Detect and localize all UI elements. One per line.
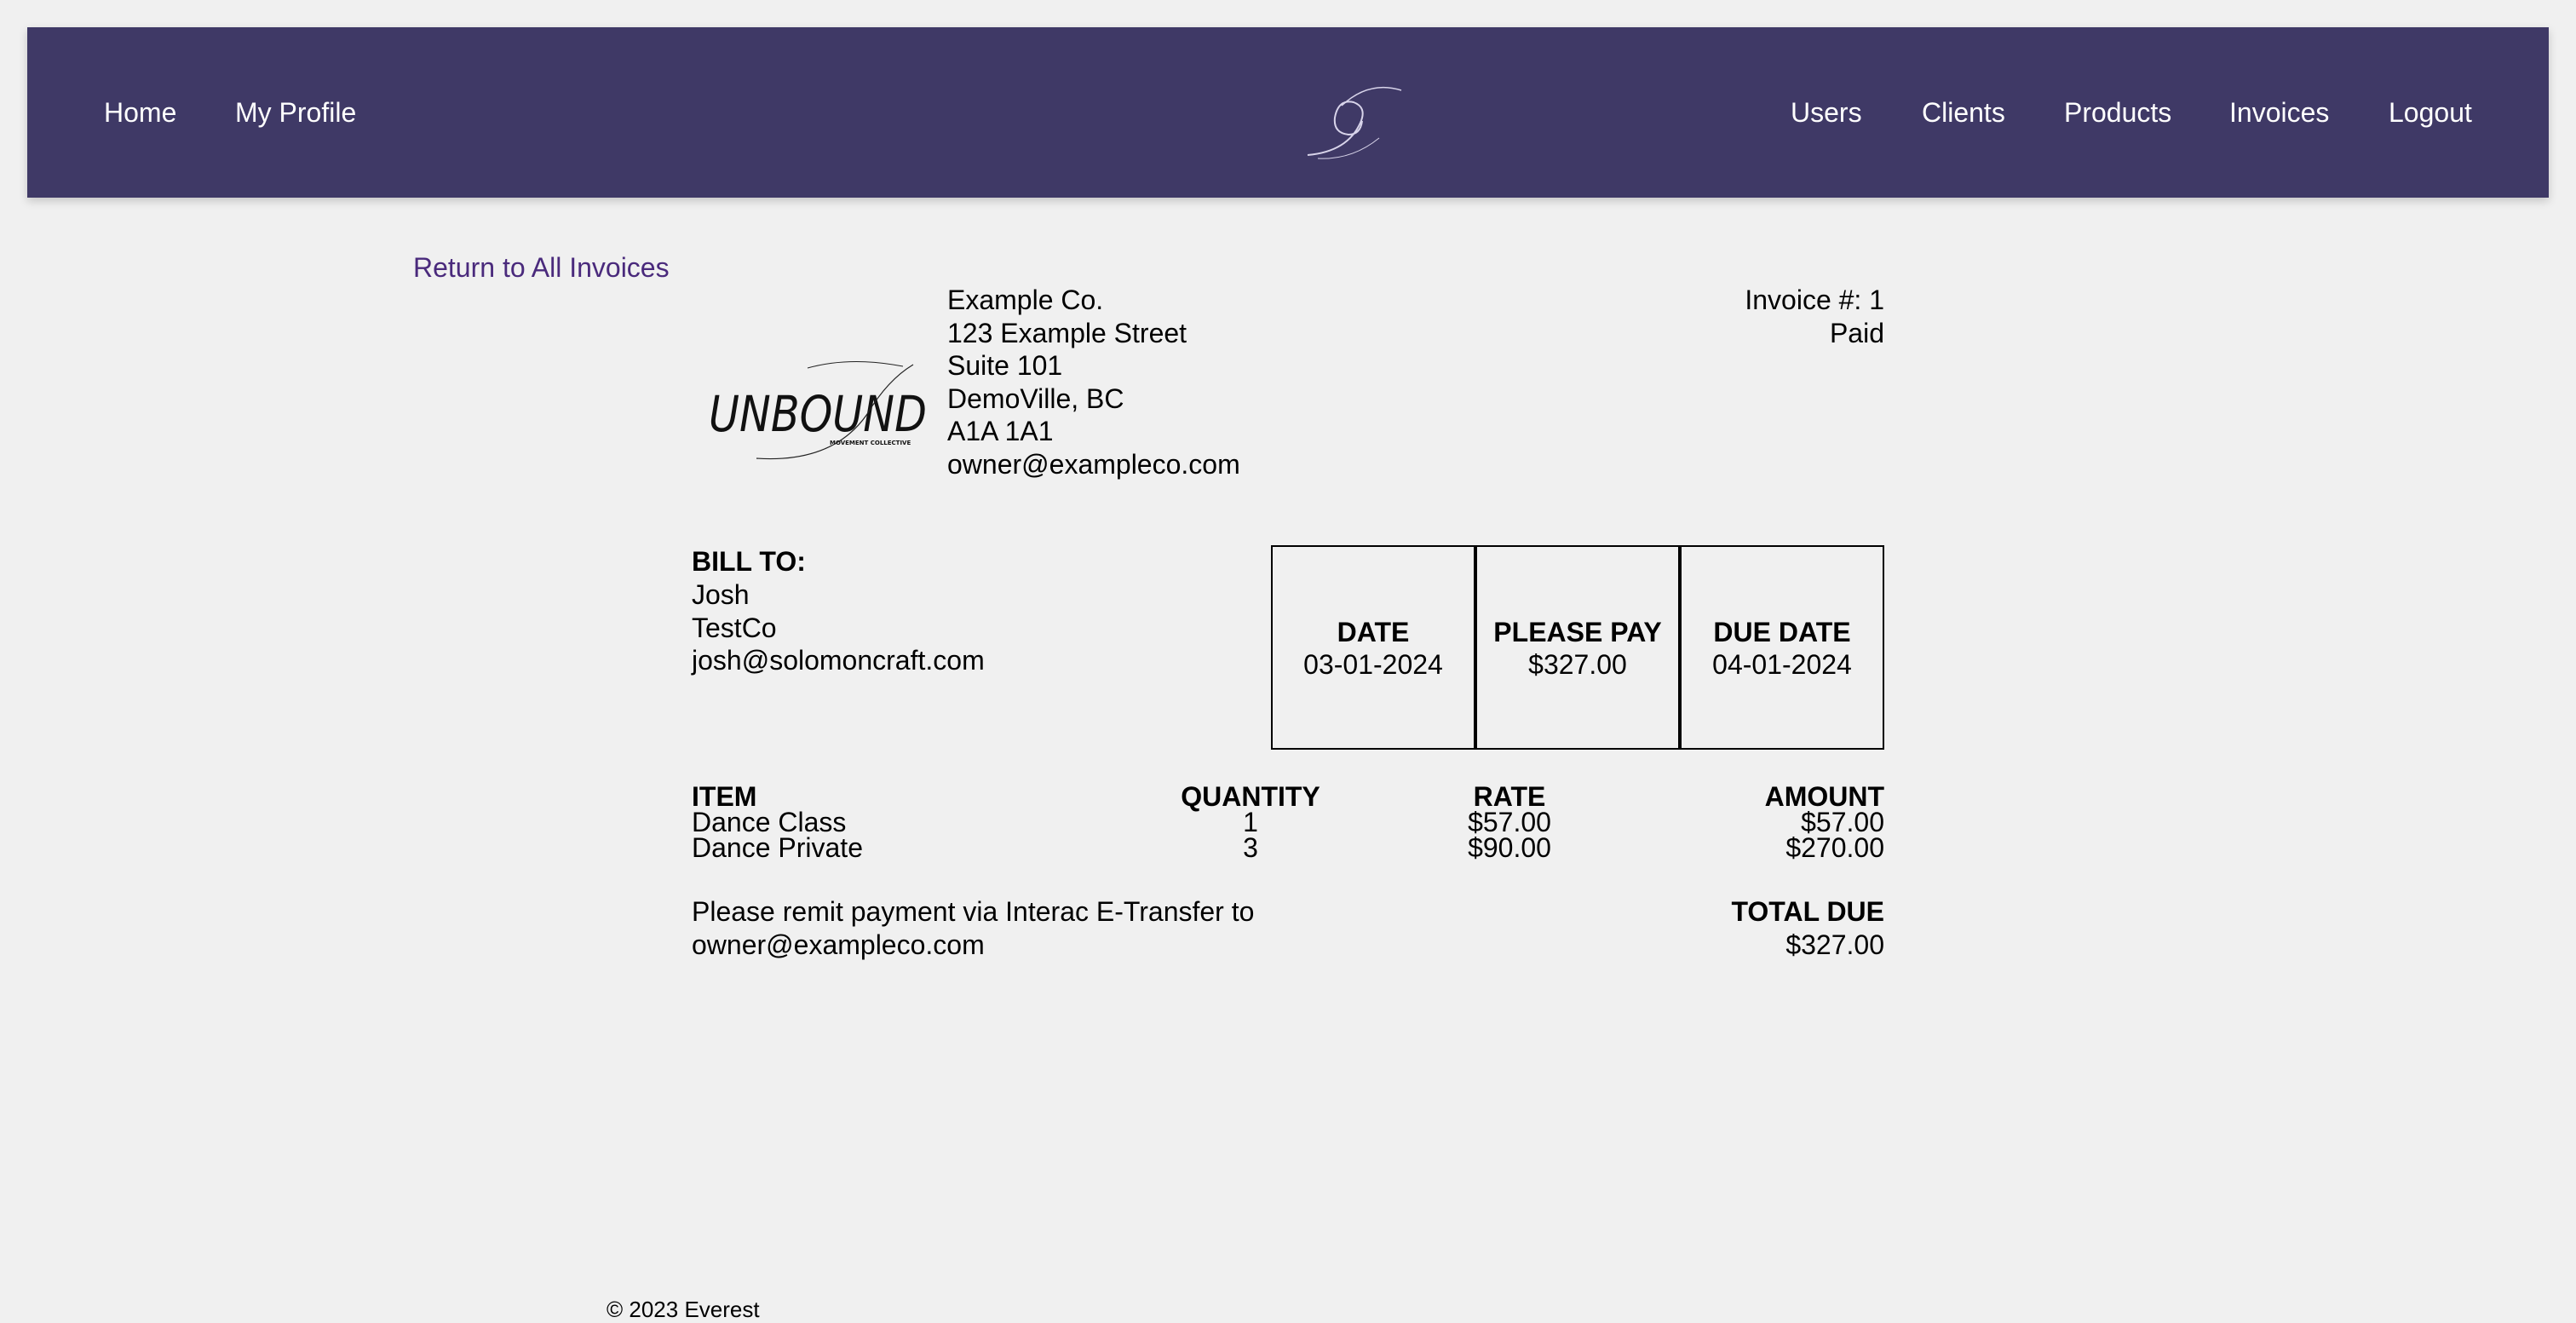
- items-header-quantity: QUANTITY: [1181, 781, 1320, 812]
- line-item-name: Dance Class: [692, 807, 847, 837]
- please-pay-box: PLEASE PAY $327.00: [1475, 545, 1680, 750]
- date-label: DATE: [1337, 617, 1410, 647]
- bill-to-company: TestCo: [692, 612, 777, 643]
- items-header-item: ITEM: [692, 781, 757, 812]
- bill-to-name: Josh: [692, 579, 750, 610]
- nav-users-link[interactable]: Users: [1791, 27, 1862, 198]
- top-navbar: Home My Profile Users Clients Products I…: [27, 27, 2549, 198]
- company-suite: Suite 101: [947, 350, 1063, 381]
- line-item-rate: $90.00: [1468, 832, 1551, 863]
- company-email: owner@exampleco.com: [947, 448, 1240, 480]
- total-due-label: TOTAL DUE: [1731, 896, 1884, 927]
- bill-to-email: josh@solomoncraft.com: [692, 645, 985, 676]
- return-to-invoices-link[interactable]: Return to All Invoices: [413, 252, 670, 284]
- nav-products-link[interactable]: Products: [2064, 27, 2171, 198]
- footer-copyright: © 2023 Everest: [607, 1297, 760, 1322]
- line-item-rate: $57.00: [1468, 807, 1551, 837]
- line-item-amount: $270.00: [1785, 832, 1884, 863]
- due-date-value: 04-01-2024: [1712, 649, 1852, 680]
- payment-instructions: Please remit payment via Interac E-Trans…: [692, 896, 1255, 927]
- company-name: Example Co.: [947, 285, 1104, 315]
- line-item-name: Dance Private: [692, 832, 863, 863]
- company-logo: UNBOUND MOVEMENT COLLECTIVE: [705, 354, 930, 463]
- line-item-amount: $57.00: [1801, 807, 1884, 837]
- nav-logout-link[interactable]: Logout: [2389, 27, 2472, 198]
- total-due-value: $327.00: [1785, 929, 1884, 960]
- line-item-quantity: 3: [1243, 832, 1258, 863]
- brand-swirl-icon[interactable]: [1301, 77, 1403, 170]
- line-item-quantity: 1: [1243, 807, 1258, 837]
- payment-email: owner@exampleco.com: [692, 929, 985, 960]
- company-postal: A1A 1A1: [947, 416, 1054, 446]
- nav-my-profile-link[interactable]: My Profile: [235, 27, 356, 198]
- bill-to-heading: BILL TO:: [692, 546, 806, 577]
- nav-home-link[interactable]: Home: [104, 27, 176, 198]
- please-pay-value: $327.00: [1528, 649, 1627, 680]
- logo-wordmark: UNBOUND: [709, 385, 927, 443]
- logo-subtext: MOVEMENT COLLECTIVE: [830, 440, 911, 446]
- nav-invoices-link[interactable]: Invoices: [2229, 27, 2329, 198]
- invoice-number: Invoice #: 1: [1745, 285, 1884, 315]
- items-header-rate: RATE: [1473, 781, 1546, 812]
- company-city: DemoVille, BC: [947, 383, 1124, 414]
- nav-clients-link[interactable]: Clients: [1922, 27, 2005, 198]
- due-date-box: DUE DATE 04-01-2024: [1680, 545, 1884, 750]
- please-pay-label: PLEASE PAY: [1493, 617, 1662, 647]
- invoice-status: Paid: [1829, 317, 1884, 348]
- company-street: 123 Example Street: [947, 317, 1187, 348]
- date-box: DATE 03-01-2024: [1271, 545, 1475, 750]
- date-value: 03-01-2024: [1303, 649, 1443, 680]
- items-header-amount: AMOUNT: [1764, 781, 1884, 812]
- due-date-label: DUE DATE: [1713, 617, 1851, 647]
